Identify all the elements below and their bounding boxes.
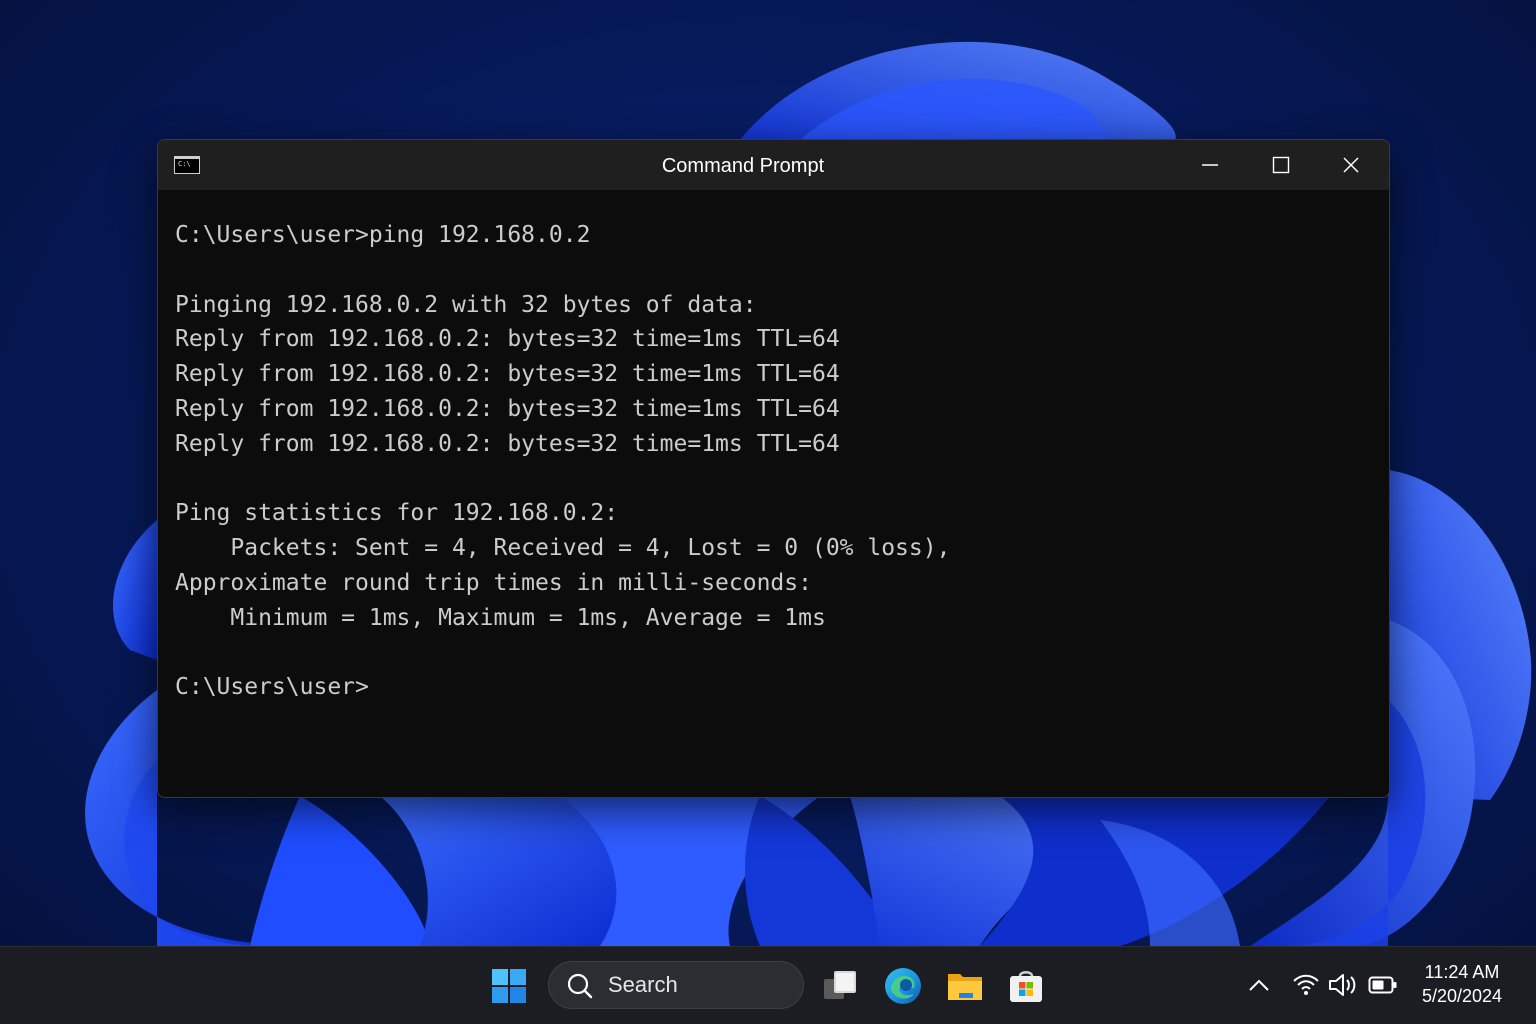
console-line: Reply from 192.168.0.2: bytes=32 time=1m… xyxy=(175,430,840,457)
store-button[interactable] xyxy=(999,959,1053,1013)
console-line: C:\Users\user>ping 192.168.0.2 xyxy=(175,222,591,248)
clock-date: 5/20/2024 xyxy=(1421,986,1503,1006)
file-explorer-icon xyxy=(948,974,982,1000)
title-bar[interactable]: C:\ Command Prompt xyxy=(158,140,1389,190)
window-title: Command Prompt xyxy=(661,155,825,177)
console-line: Minimum = 1ms, Maximum = 1ms, Average = … xyxy=(175,604,826,631)
console-line: C:\Users\user> xyxy=(175,674,369,701)
console-line: Reply from 192.168.0.2: bytes=32 time=1m… xyxy=(175,395,840,422)
task-view-icon xyxy=(824,971,856,999)
console-line: Reply from 192.168.0.2: bytes=32 time=1m… xyxy=(175,361,840,388)
chevron-up-icon[interactable] xyxy=(1247,974,1271,998)
wifi-icon[interactable] xyxy=(1291,970,1321,1000)
taskbar-search-box[interactable]: Search xyxy=(548,961,804,1009)
close-button[interactable] xyxy=(1316,140,1386,190)
command-prompt-window[interactable]: C:\ Command Prompt C:\Users\user>ping 19… xyxy=(157,139,1390,798)
clock-time: 11:24 AM xyxy=(1424,962,1500,982)
windows-start-icon xyxy=(492,969,526,1003)
system-clock[interactable]: 11:24 AM 5/20/2024 xyxy=(1410,960,1514,1008)
search-icon xyxy=(567,973,593,999)
console-line: Pinging 192.168.0.2 with 32 bytes of dat… xyxy=(175,291,757,318)
console-line: Approximate round trip times in milli-se… xyxy=(175,569,812,596)
search-label: Search xyxy=(608,972,678,997)
store-icon xyxy=(1010,971,1042,1002)
console-line: Ping statistics for 192.168.0.2: xyxy=(175,500,619,527)
desktop: C:\ Command Prompt C:\Users\user>ping 19… xyxy=(0,0,1536,1024)
console-output[interactable]: C:\Users\user>ping 192.168.0.2 Pinging 19… xyxy=(175,218,1375,705)
minimize-icon xyxy=(1202,164,1218,166)
edge-button[interactable] xyxy=(876,959,930,1013)
maximize-icon xyxy=(1272,156,1290,174)
start-button[interactable] xyxy=(482,959,536,1013)
minimize-button[interactable] xyxy=(1175,140,1245,190)
edge-icon xyxy=(885,968,921,1004)
battery-icon[interactable] xyxy=(1368,974,1398,996)
file-explorer-button[interactable] xyxy=(938,959,992,1013)
close-icon xyxy=(1343,157,1359,173)
console-line: Packets: Sent = 4, Received = 4, Lost = … xyxy=(175,535,951,562)
volume-icon[interactable] xyxy=(1327,970,1359,1000)
console-line: Reply from 192.168.0.2: bytes=32 time=1m… xyxy=(175,326,840,353)
task-view-button[interactable] xyxy=(814,959,868,1013)
maximize-button[interactable] xyxy=(1246,140,1316,190)
